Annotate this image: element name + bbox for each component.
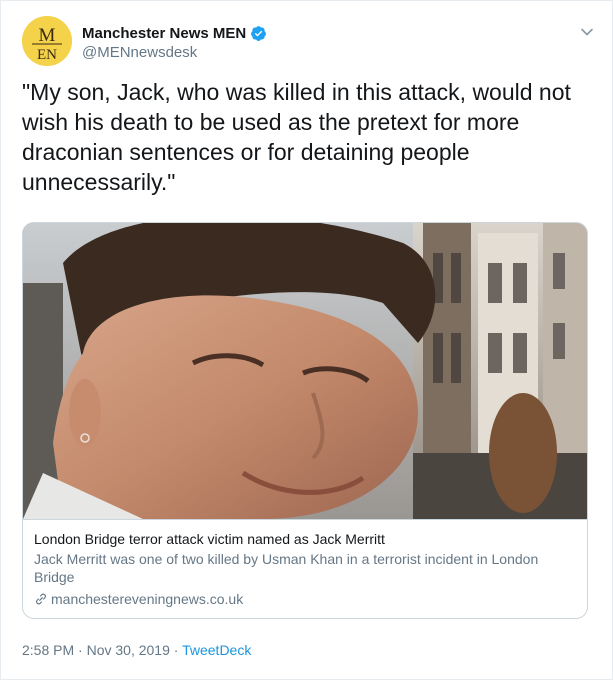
avatar[interactable]: M EN: [22, 16, 72, 66]
meta-separator-2: ·: [173, 642, 179, 658]
author-handle[interactable]: @MENnewsdesk: [82, 44, 197, 61]
link-card[interactable]: London Bridge terror attack victim named…: [22, 222, 588, 619]
tweet-text: "My son, Jack, who was killed in this at…: [22, 79, 571, 195]
tweet-source-link[interactable]: TweetDeck: [182, 642, 251, 658]
link-icon: [36, 593, 46, 605]
chevron-down-icon[interactable]: [579, 24, 595, 40]
tweet-container: M EN Manchester News MEN @MENnewsdesk "M…: [0, 0, 613, 680]
tweet-meta: 2:58 PM · Nov 30, 2019 · TweetDeck: [22, 642, 251, 658]
card-photo: [23, 223, 587, 519]
card-body[interactable]: London Bridge terror attack victim named…: [23, 519, 587, 608]
card-domain-row[interactable]: manchestereveningnews.co.uk: [34, 590, 578, 608]
author-name-row[interactable]: Manchester News MEN: [82, 23, 267, 43]
men-logo-icon: M EN: [22, 16, 72, 66]
tweet-date[interactable]: Nov 30, 2019: [87, 642, 170, 658]
tweet-time[interactable]: 2:58 PM: [22, 642, 74, 658]
avatar-text-bottom: EN: [37, 47, 57, 63]
display-name[interactable]: Manchester News MEN: [82, 25, 246, 42]
avatar-text-top: M: [39, 25, 56, 46]
card-description: Jack Merritt was one of two killed by Us…: [34, 551, 539, 585]
card-domain[interactable]: manchestereveningnews.co.uk: [51, 590, 243, 608]
verified-badge-icon: [251, 25, 267, 41]
meta-separator-1: ·: [78, 642, 83, 658]
card-title[interactable]: London Bridge terror attack victim named…: [34, 530, 578, 548]
card-image[interactable]: [23, 223, 587, 519]
